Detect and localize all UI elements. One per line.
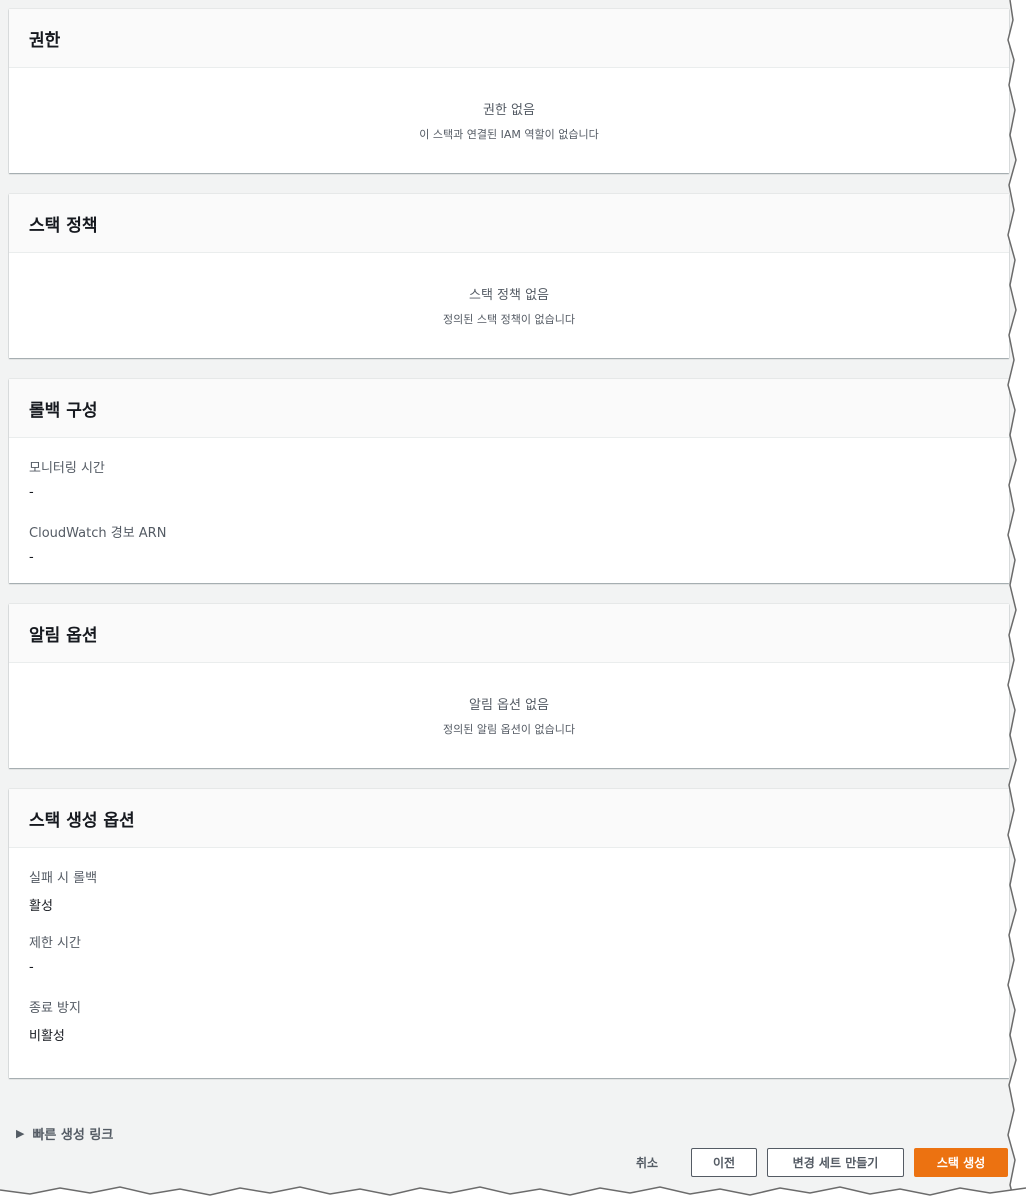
field-label: 모니터링 시간	[29, 461, 105, 476]
cancel-button[interactable]: 취소	[622, 1148, 672, 1177]
permissions-panel: 권한 권한 없음 이 스택과 연결된 IAM 역할이 없습니다	[9, 9, 1009, 173]
permissions-empty-description: 이 스택과 연결된 IAM 역할이 없습니다	[419, 128, 599, 141]
field-label: CloudWatch 경보 ARN	[29, 526, 167, 541]
notification-options-empty-description: 정의된 알림 옵션이 없습니다	[443, 723, 575, 736]
field-label: 실패 시 롤백	[29, 871, 98, 886]
torn-edge-right	[1004, 0, 1026, 1200]
stack-creation-options-panel-title: 스택 생성 옵션	[9, 789, 1009, 848]
field-label: 종료 방지	[29, 1001, 81, 1016]
notification-options-panel-title: 알림 옵션	[9, 604, 1009, 663]
create-change-set-button[interactable]: 변경 세트 만들기	[767, 1148, 904, 1177]
field-value: -	[29, 550, 34, 565]
caret-right-icon: ▶	[16, 1127, 25, 1140]
quick-create-link-label: 빠른 생성 링크	[32, 1128, 114, 1143]
field-value: 활성	[29, 899, 53, 914]
field-value: -	[29, 960, 34, 975]
stack-policy-panel: 스택 정책 스택 정책 없음 정의된 스택 정책이 없습니다	[9, 194, 1009, 358]
previous-button[interactable]: 이전	[691, 1148, 757, 1177]
field-value: -	[29, 485, 34, 500]
notification-options-panel: 알림 옵션 알림 옵션 없음 정의된 알림 옵션이 없습니다	[9, 604, 1009, 768]
stack-policy-empty-description: 정의된 스택 정책이 없습니다	[443, 313, 575, 326]
permissions-panel-title: 권한	[9, 9, 1009, 68]
monitoring-time-field: 모니터링 시간 -	[29, 457, 989, 522]
field-value: 비활성	[29, 1029, 65, 1044]
permissions-empty-title: 권한 없음	[483, 103, 535, 118]
rollback-on-failure-field: 실패 시 롤백 활성	[29, 867, 989, 932]
quick-create-link-toggle[interactable]: ▶ 빠른 생성 링크	[16, 1124, 113, 1143]
torn-edge-bottom	[0, 1186, 1026, 1200]
stack-policy-panel-title: 스택 정책	[9, 194, 1009, 253]
stack-creation-options-panel: 스택 생성 옵션 실패 시 롤백 활성 제한 시간 - 종료 방지 비활성	[9, 789, 1009, 1078]
rollback-configuration-panel: 롤백 구성 모니터링 시간 - CloudWatch 경보 ARN -	[9, 379, 1009, 583]
timeout-field: 제한 시간 -	[29, 932, 989, 997]
notification-options-empty-title: 알림 옵션 없음	[468, 698, 550, 713]
stack-policy-empty-title: 스택 정책 없음	[468, 288, 550, 303]
rollback-configuration-panel-title: 롤백 구성	[9, 379, 1009, 438]
field-label: 제한 시간	[29, 936, 81, 951]
cloudwatch-alarm-arn-field: CloudWatch 경보 ARN -	[29, 522, 989, 587]
create-stack-button[interactable]: 스택 생성	[914, 1148, 1008, 1177]
termination-protection-field: 종료 방지 비활성	[29, 997, 989, 1062]
